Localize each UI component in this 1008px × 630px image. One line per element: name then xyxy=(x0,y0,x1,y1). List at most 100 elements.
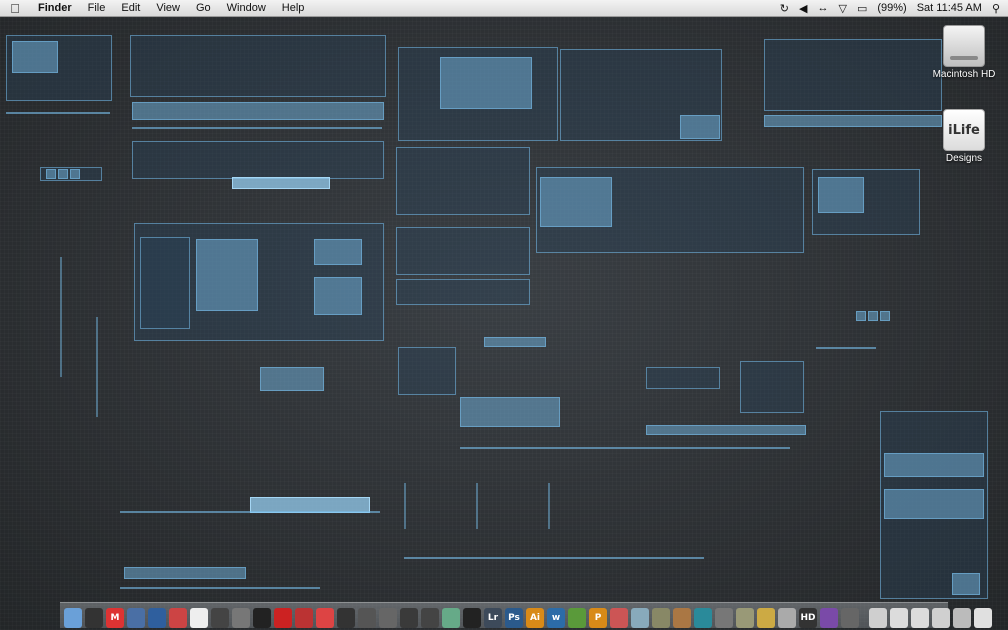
hud-panel xyxy=(764,39,942,111)
dock-item-stack-5[interactable] xyxy=(953,608,971,628)
dock-item-gear[interactable] xyxy=(841,608,859,628)
hud-panel xyxy=(130,35,386,97)
hud-block xyxy=(880,311,890,321)
ilife-badge: iLife xyxy=(948,122,980,138)
dock-item-photoshop[interactable]: Ps xyxy=(505,608,523,628)
hud-world-map xyxy=(440,57,532,109)
dock-item-stack-3[interactable] xyxy=(911,608,929,628)
dock-item-script[interactable]: w xyxy=(547,608,565,628)
hud-graph xyxy=(884,489,984,519)
menu-view[interactable]: View xyxy=(148,0,188,16)
dock-item-guitar[interactable] xyxy=(400,608,418,628)
dock-item-stack-2[interactable] xyxy=(890,608,908,628)
hud-line xyxy=(816,347,876,349)
menu-bar:  Finder File Edit View Go Window Help ↻… xyxy=(0,0,1008,17)
hud-waveform xyxy=(12,41,58,73)
desktop-icon-designs[interactable]: iLife Designs xyxy=(928,109,1000,164)
menu-go[interactable]: Go xyxy=(188,0,219,16)
desktop-icon-label: Macintosh HD xyxy=(932,69,996,80)
dock-item-calendar[interactable] xyxy=(190,608,208,628)
dock-item-rocket[interactable] xyxy=(736,608,754,628)
menu-help[interactable]: Help xyxy=(274,0,313,16)
hud-line xyxy=(476,483,478,529)
desktop-wallpaper: Macintosh HD iLife Designs xyxy=(0,17,1008,630)
dock-item-bars[interactable] xyxy=(379,608,397,628)
hud-line xyxy=(120,587,320,589)
dock-item-video[interactable] xyxy=(295,608,313,628)
time-machine-icon[interactable]: ↻ xyxy=(780,2,789,15)
desktop-icon-label: Designs xyxy=(945,153,983,164)
hud-panel xyxy=(646,367,720,389)
dock-item-monitor[interactable] xyxy=(211,608,229,628)
dock-item-orb[interactable] xyxy=(820,608,838,628)
dock-item-iphoto[interactable] xyxy=(442,608,460,628)
hud-block xyxy=(58,169,68,179)
hud-line xyxy=(132,127,382,129)
hud-button-grid xyxy=(140,237,190,329)
hud-line xyxy=(404,557,704,559)
dock-item-stack-4[interactable] xyxy=(932,608,950,628)
dock-item-keys[interactable] xyxy=(715,608,733,628)
apple-logo-icon[interactable]:  xyxy=(0,1,30,16)
hud-bar xyxy=(646,425,806,435)
dock-item-display[interactable] xyxy=(253,608,271,628)
dock-item-stamp[interactable] xyxy=(610,608,628,628)
dock-item-clapper[interactable] xyxy=(337,608,355,628)
desktop-icon-macintosh-hd[interactable]: Macintosh HD xyxy=(928,25,1000,80)
dock-item-red-white[interactable] xyxy=(316,608,334,628)
menu-edit[interactable]: Edit xyxy=(113,0,148,16)
hud-panel xyxy=(396,279,530,305)
dock-item-tool[interactable] xyxy=(232,608,250,628)
hud-waveform xyxy=(818,177,864,213)
dock-item-parrot[interactable] xyxy=(757,608,775,628)
dock-item-film[interactable] xyxy=(358,608,376,628)
bluetooth-icon[interactable]: ↔ xyxy=(817,2,828,14)
hud-line xyxy=(6,112,110,114)
dock-item-timemachine[interactable] xyxy=(694,608,712,628)
dock-item-finder[interactable] xyxy=(64,608,82,628)
dock-item-aperture[interactable] xyxy=(463,608,481,628)
dock-item-system[interactable] xyxy=(127,608,145,628)
hud-bar xyxy=(484,337,546,347)
dock-item-lightroom[interactable]: Lr xyxy=(484,608,502,628)
hud-graph xyxy=(314,277,362,315)
dock-item-boxing[interactable] xyxy=(778,608,796,628)
dock-item-firefox[interactable] xyxy=(148,608,166,628)
hud-bar xyxy=(232,177,330,189)
hud-block xyxy=(952,573,980,595)
dock-item-hammer[interactable] xyxy=(652,608,670,628)
menu-finder[interactable]: Finder xyxy=(30,0,80,16)
dock-item-preview[interactable] xyxy=(631,608,649,628)
dock-item-dashboard[interactable] xyxy=(85,608,103,628)
dock-item-pages[interactable]: P xyxy=(589,608,607,628)
hud-line xyxy=(60,257,62,377)
dock-item-coin[interactable] xyxy=(673,608,691,628)
hud-line xyxy=(548,483,550,529)
wifi-icon[interactable]: ▽ xyxy=(838,2,846,15)
dock-item-illustrator[interactable]: Ai xyxy=(526,608,544,628)
dock-item-stack-1[interactable] xyxy=(869,608,887,628)
menu-file[interactable]: File xyxy=(80,0,114,16)
spotlight-search-icon[interactable]: ⚲ xyxy=(992,2,1000,15)
dock-item-red-app[interactable] xyxy=(274,608,292,628)
menu-window[interactable]: Window xyxy=(219,0,274,16)
dock-item-ical[interactable] xyxy=(169,608,187,628)
hud-block xyxy=(868,311,878,321)
hud-line xyxy=(120,511,380,513)
hud-bar xyxy=(764,115,942,127)
hud-panel xyxy=(132,141,384,179)
dock-item-leaf[interactable] xyxy=(568,608,586,628)
menu-clock[interactable]: Sat 11:45 AM xyxy=(917,2,982,14)
dock-item-trash[interactable] xyxy=(974,608,992,628)
dock-item-camera[interactable] xyxy=(421,608,439,628)
hud-panel xyxy=(740,361,804,413)
dock-item-mail[interactable]: M xyxy=(106,608,124,628)
hud-aircraft-panel xyxy=(396,147,530,215)
hud-gauge xyxy=(680,115,720,139)
battery-icon[interactable]: ▭ xyxy=(857,2,867,15)
hud-line xyxy=(460,447,790,449)
dock: M Lr Ps Ai w P HD xyxy=(60,602,992,628)
dock-item-hd[interactable]: HD xyxy=(799,608,817,628)
volume-icon[interactable]: ◀ xyxy=(799,2,807,15)
battery-percent[interactable]: (99%) xyxy=(877,2,906,14)
